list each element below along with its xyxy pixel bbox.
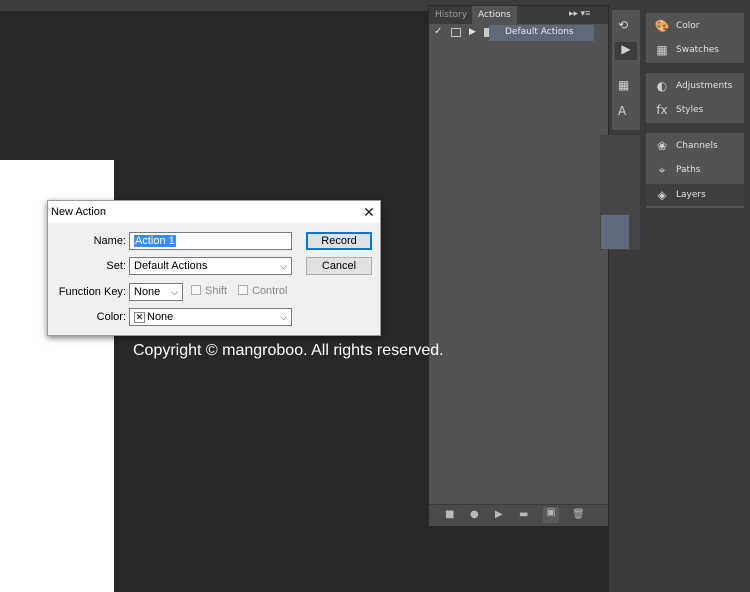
set-label: Set: — [106, 260, 126, 272]
panel-item-swatches[interactable]: ▦ Swatches — [646, 39, 744, 61]
panel-item-paths[interactable]: ⌖ Paths — [646, 159, 744, 181]
new-action-icon[interactable]: ▣ — [543, 507, 559, 523]
palette-icon: 🎨 — [654, 19, 670, 33]
new-set-folder-icon[interactable]: ▬ — [519, 509, 528, 520]
panel-item-color[interactable]: 🎨 Color — [646, 15, 744, 37]
stop-icon[interactable]: ■ — [445, 509, 454, 520]
fx-icon: fx — [656, 103, 668, 117]
name-field-value: Action 1 — [134, 235, 176, 247]
shift-label: Shift — [205, 285, 228, 297]
name-label: Name: — [93, 235, 126, 247]
panel-item-label: Swatches — [676, 45, 719, 55]
record-button[interactable]: Record — [306, 232, 372, 250]
shift-checkbox[interactable]: Shift — [191, 285, 227, 297]
adjustments-icon: ◐ — [656, 79, 668, 93]
no-color-icon: ✕ — [134, 312, 145, 323]
actions-panel: History Actions ▸▸ ▾≡ ✓ ▶ Default Action… — [428, 5, 609, 526]
channels-icon: ❀ — [656, 139, 668, 153]
panel-item-label: Layers — [676, 190, 706, 200]
color-select-value: None — [147, 311, 174, 323]
color-select[interactable]: ✕ None ⌵ — [129, 308, 292, 326]
set-select-value: Default Actions — [134, 260, 208, 272]
checkbox-box[interactable] — [238, 285, 248, 295]
character-panel-icon[interactable]: A — [618, 104, 626, 118]
checkbox-box[interactable] — [191, 285, 201, 295]
dialog-title: New Action — [48, 201, 380, 223]
control-checkbox[interactable]: Control — [238, 285, 287, 297]
panel-item-label: Styles — [676, 105, 704, 115]
panel-tab-bar: History Actions ▸▸ ▾≡ — [429, 6, 608, 24]
history-panel-icon[interactable]: ⟲ — [618, 18, 628, 32]
close-icon[interactable]: ✕ — [360, 203, 378, 221]
chevron-down-icon: ⌵ — [171, 287, 178, 297]
action-set-label: Default Actions — [505, 27, 574, 37]
panel-item-adjustments[interactable]: ◐ Adjustments — [646, 75, 744, 97]
expand-triangle-icon[interactable]: ▶ — [469, 26, 476, 37]
chevron-down-icon: ⌵ — [280, 261, 287, 271]
panel-item-label: Color — [676, 21, 700, 31]
strip-selection — [601, 215, 629, 249]
set-select[interactable]: Default Actions ⌵ — [129, 257, 292, 275]
pen-path-icon: ⌖ — [658, 163, 666, 177]
dialog-toggle-icon[interactable] — [451, 28, 461, 37]
panel-item-label: Adjustments — [676, 81, 733, 91]
play-icon[interactable]: ▶ — [495, 509, 503, 520]
actions-panel-icon[interactable]: ▶ — [615, 42, 637, 60]
copyright-watermark: Copyright © mangroboo. All rights reserv… — [133, 342, 444, 359]
chevron-down-icon: ⌵ — [280, 312, 287, 322]
function-key-value: None — [134, 286, 161, 298]
panel-item-label: Paths — [676, 165, 701, 175]
panel-item-styles[interactable]: fx Styles — [646, 99, 744, 121]
checkmark-icon[interactable]: ✓ — [434, 26, 442, 37]
actions-panel-footer: ■ ● ▶ ▬ ▣ 🗑 — [429, 504, 608, 526]
function-key-select[interactable]: None ⌵ — [129, 283, 183, 301]
panel-item-layers[interactable]: ◈ Layers — [646, 184, 744, 206]
layers-icon: ◈ — [657, 188, 667, 202]
color-label: Color: — [96, 311, 126, 323]
name-field[interactable]: Action 1 — [129, 232, 292, 250]
new-action-dialog: New Action ✕ Name: Action 1 Set: Default… — [47, 200, 381, 336]
record-icon[interactable]: ● — [470, 509, 479, 520]
grid-icon: ▦ — [656, 43, 668, 57]
control-label: Control — [252, 285, 288, 297]
panel-menu-icon[interactable]: ▸▸ ▾≡ — [569, 8, 590, 19]
trash-icon[interactable]: 🗑 — [572, 509, 585, 520]
function-key-label: Function Key: — [58, 286, 126, 298]
panel-item-channels[interactable]: ❀ Channels — [646, 135, 744, 157]
tab-actions[interactable]: Actions — [472, 6, 517, 24]
cancel-button[interactable]: Cancel — [306, 257, 372, 275]
tab-history[interactable]: History — [429, 6, 473, 24]
properties-panel-icon[interactable]: ▦ — [618, 78, 629, 92]
panel-item-label: Channels — [676, 141, 718, 151]
action-set-row[interactable]: ✓ ▶ Default Actions — [429, 25, 608, 41]
